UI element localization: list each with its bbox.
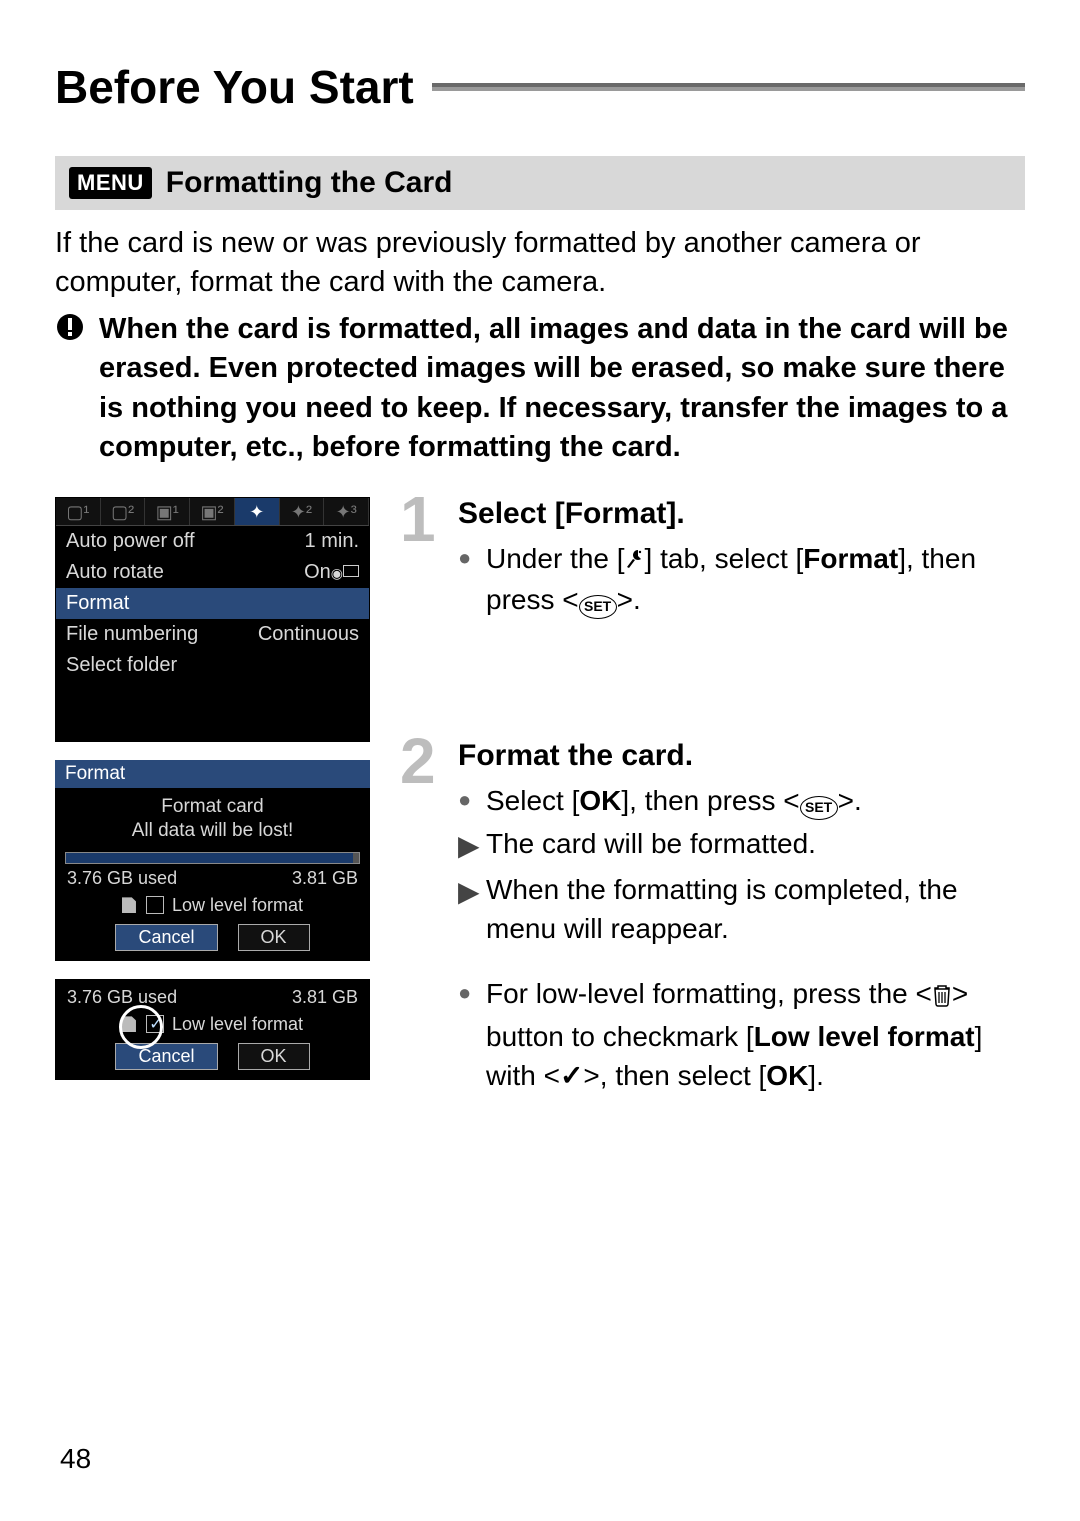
camera-icon: ◉ [331,565,343,581]
menu-row-label: Select folder [66,654,177,677]
bullet-icon: ● [458,539,476,619]
format-dialog-title: Format [55,760,370,788]
check-icon: ✓ [560,1060,583,1091]
step-title: Format the card. [458,739,1025,773]
menu-row-label: File numbering [66,623,198,646]
menu-row-blank [56,711,369,741]
ok-button: OK [238,1043,310,1070]
warning-text: When the card is formatted, all images a… [99,310,1025,467]
page-title-row: Before You Start [55,60,1025,114]
menu-tab-camera2: ▢² [101,498,146,525]
step-2: 2 Format the card. ● Select [OK], then p… [400,739,1025,1095]
format-dialog-screenshot: Format Format card All data will be lost… [55,760,370,961]
menu-row-value: 1 min. [305,530,359,553]
warning-icon [55,310,85,467]
menu-tabs: ▢¹ ▢² ▣¹ ▣² ✦ ✦² ✦³ [56,498,369,526]
low-level-label: Low level format [172,1014,303,1035]
menu-tab-setup1: ✦ [235,498,280,525]
camera-menu-screenshot: ▢¹ ▢² ▣¹ ▣² ✦ ✦² ✦³ Auto power off 1 min… [55,497,370,742]
sd-card-icon [122,897,136,913]
menu-badge-icon: MENU [69,167,152,199]
format-usage-bar [65,852,360,864]
section-header: MENU Formatting the Card [55,156,1025,210]
cancel-button: Cancel [115,1043,217,1070]
step2-bullet1: Select [OK], then press <SET>. [486,781,1025,820]
menu-tab-setup3: ✦³ [324,498,369,525]
format-total: 3.81 GB [292,987,358,1008]
monitor-icon [343,565,359,577]
menu-row: Auto rotate On◉ [56,557,369,588]
menu-row-value: On◉ [304,561,359,584]
cancel-button: Cancel [115,924,217,951]
step-number: 1 [400,487,436,551]
trash-icon [932,978,952,1017]
menu-row: File numbering Continuous [56,619,369,650]
step-title: Select [Format]. [458,497,1025,531]
page-title: Before You Start [55,60,414,114]
menu-tab-play1: ▣¹ [145,498,190,525]
menu-row-highlighted: Format [56,588,369,619]
format-line2: All data will be lost! [65,820,360,842]
menu-tab-camera1: ▢¹ [56,498,101,525]
page-number: 48 [60,1443,91,1475]
menu-row-label: Auto rotate [66,561,164,584]
bullet-icon: ● [458,974,476,1096]
set-button-icon: SET [579,595,617,619]
wrench-icon [625,541,645,580]
step2-bullet3: When the formatting is completed, the me… [486,870,1025,948]
menu-row-label: Auto power off [66,530,195,553]
step-number: 2 [400,729,436,793]
warning-block: When the card is formatted, all images a… [55,310,1025,467]
result-arrow-icon: ▶ [458,870,476,948]
ok-button: OK [238,924,310,951]
section-title: Formatting the Card [166,166,453,200]
menu-tab-play2: ▣² [190,498,235,525]
sd-card-icon [122,1016,136,1032]
step2-bullet4: For low-level formatting, press the <> b… [486,974,1025,1096]
menu-row: Auto power off 1 min. [56,526,369,557]
bullet-icon: ● [458,781,476,820]
low-level-checkbox [146,896,164,914]
menu-row-value: Continuous [258,623,359,646]
step-1: 1 Select [Format]. ● Under the [] tab, s… [400,497,1025,619]
format-dialog-checked-screenshot: 3.76 GB used 3.81 GB Low level format Ca… [55,979,370,1080]
intro-text: If the card is new or was previously for… [55,224,1025,302]
step2-bullet2: The card will be formatted. [486,824,1025,865]
title-rule [432,83,1025,91]
menu-row-label: Format [66,592,129,615]
low-level-label: Low level format [172,895,303,916]
menu-tab-setup2: ✦² [280,498,325,525]
menu-row: Select folder [56,650,369,681]
format-used: 3.76 GB used [67,868,177,889]
format-line1: Format card [65,796,360,818]
low-level-checkbox-checked [146,1015,164,1033]
step1-bullet1: Under the [] tab, select [Format], then … [486,539,1025,619]
format-used: 3.76 GB used [67,987,177,1008]
format-total: 3.81 GB [292,868,358,889]
set-button-icon: SET [800,796,838,820]
result-arrow-icon: ▶ [458,824,476,865]
menu-row-blank [56,681,369,711]
